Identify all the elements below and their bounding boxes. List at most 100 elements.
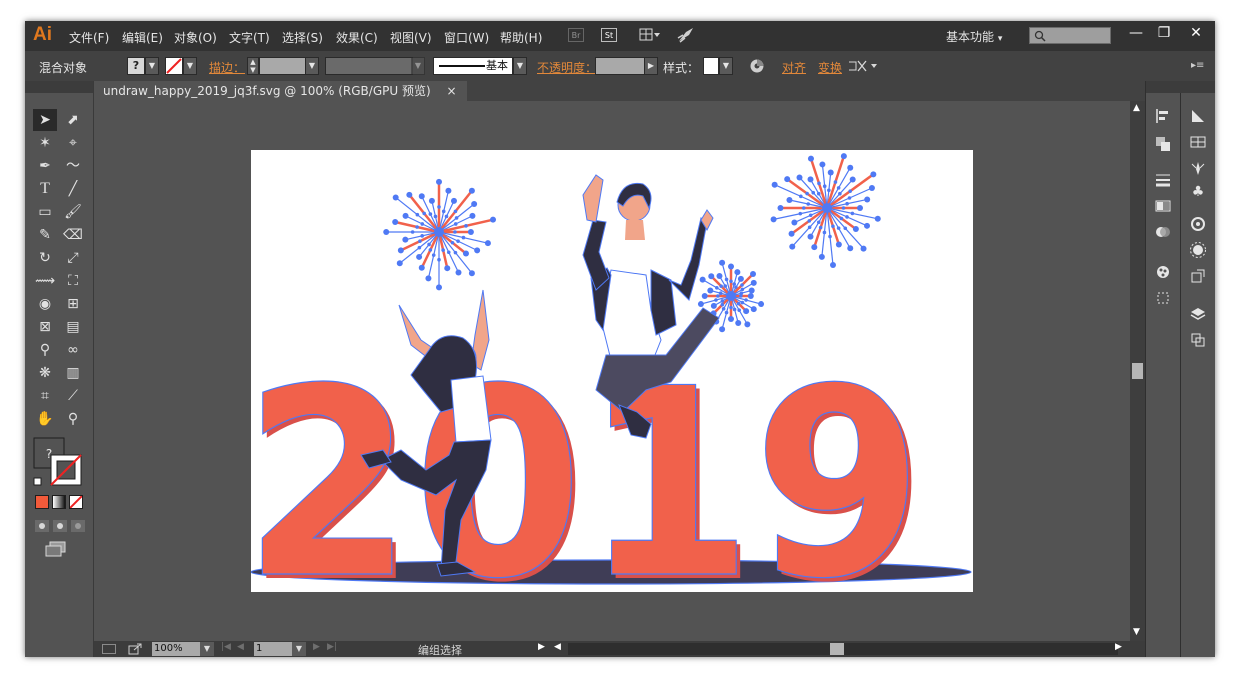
scroll-down-arrow-icon[interactable]: ▼ [1133, 627, 1140, 637]
variable-width-profile[interactable] [325, 57, 413, 75]
brushes-panel-icon[interactable] [1189, 159, 1207, 177]
close-tab-icon[interactable]: × [446, 84, 456, 98]
previous-artboard-button[interactable]: ◀ [237, 642, 244, 652]
first-artboard-button[interactable]: |◀ [221, 642, 231, 652]
horizontal-scroll-track[interactable] [568, 643, 1118, 655]
gradient-mode-button[interactable] [52, 495, 66, 509]
image-trace-panel-icon[interactable] [1189, 241, 1207, 259]
close-button[interactable]: ✕ [1181, 21, 1211, 47]
stroke-weight-dropdown[interactable]: ▼ [305, 57, 319, 75]
opacity-slider-button[interactable]: ▶ [644, 57, 658, 75]
menu-window[interactable]: 窗口(W) [444, 29, 489, 46]
paintbrush-tool-icon[interactable]: 🖌 [61, 201, 85, 223]
recolor-artwork-icon[interactable] [749, 58, 765, 74]
menu-file[interactable]: 文件(F) [69, 29, 109, 46]
share-icon[interactable] [128, 643, 142, 655]
line-tool-icon[interactable]: ╱ [61, 178, 85, 200]
blend-tool-icon[interactable]: ∞ [61, 339, 85, 361]
menu-effect[interactable]: 效果(C) [336, 29, 378, 46]
menu-select[interactable]: 选择(S) [282, 29, 323, 46]
arrange-documents-icon[interactable] [639, 28, 661, 42]
menu-type[interactable]: 文字(T) [229, 29, 270, 46]
vertical-scrollbar[interactable]: ▲ ▼ [1130, 101, 1145, 641]
gpu-performance-icon[interactable] [676, 26, 696, 44]
brush-dropdown[interactable]: ▼ [513, 57, 527, 75]
minimize-button[interactable]: — [1121, 21, 1151, 47]
stroke-weight-input[interactable] [259, 57, 309, 75]
artboard[interactable]: 2019 2019 [242, 150, 973, 640]
pathfinder-panel-icon[interactable] [1154, 135, 1172, 153]
stroke-link[interactable]: 描边： [209, 59, 245, 76]
graphic-style-swatch[interactable] [703, 57, 719, 75]
artboard-tool-icon[interactable]: ⌗ [33, 385, 57, 407]
eraser-tool-icon[interactable]: ⌫ [61, 224, 85, 246]
layers-panel-icon[interactable] [1189, 305, 1207, 323]
menu-help[interactable]: 帮助(H) [500, 29, 542, 46]
pen-tool-icon[interactable]: ✒ [33, 155, 57, 177]
menu-edit[interactable]: 编辑(E) [122, 29, 163, 46]
transform-link[interactable]: 变换 [818, 59, 842, 76]
status-menu-arrow-icon[interactable]: ▶ [538, 642, 545, 652]
align-link[interactable]: 对齐 [782, 59, 806, 76]
pencil-tool-icon[interactable]: ✎ [33, 224, 57, 246]
artboards-panel-icon[interactable] [1154, 289, 1172, 307]
scroll-up-arrow-icon[interactable]: ▲ [1133, 103, 1140, 113]
fill-dropdown[interactable]: ▼ [145, 57, 159, 75]
opacity-link[interactable]: 不透明度： [537, 59, 597, 76]
gradient-panel-icon[interactable] [1154, 197, 1172, 215]
curvature-tool-icon[interactable]: 〜 [61, 155, 85, 177]
shape-builder-tool-icon[interactable]: ◉ [33, 293, 57, 315]
none-mode-button[interactable] [69, 495, 83, 509]
horizontal-scroll-thumb[interactable] [830, 643, 844, 655]
panel-dock-header[interactable] [1146, 81, 1215, 93]
direct-selection-tool-icon[interactable]: ⬈ [61, 109, 85, 131]
symbols-panel-icon[interactable]: ♣ [1189, 183, 1207, 201]
artwork-illustration[interactable]: 2019 2019 [242, 150, 973, 640]
eyedropper-tool-icon[interactable]: ⚲ [33, 339, 57, 361]
search-input[interactable] [1029, 27, 1111, 44]
zoom-dropdown[interactable]: ▼ [200, 642, 214, 656]
vertical-scroll-thumb[interactable] [1132, 363, 1143, 379]
align-panel-icon[interactable] [1154, 107, 1172, 125]
stroke-color-dropdown[interactable]: ▼ [183, 57, 197, 75]
gradient-tool-icon[interactable]: ▤ [61, 316, 85, 338]
tools-panel-grip[interactable] [25, 81, 93, 93]
artboard-number-dropdown[interactable]: ▼ [292, 642, 306, 656]
rotate-tool-icon[interactable]: ↻ [33, 247, 57, 269]
perspective-grid-tool-icon[interactable]: ⊞ [61, 293, 85, 315]
artboard-nav-icon[interactable] [102, 644, 116, 654]
workspace-switcher[interactable]: 基本功能 ▾ [946, 28, 1002, 45]
firework-left[interactable] [383, 178, 497, 291]
stock-icon[interactable]: St [601, 28, 617, 42]
menu-object[interactable]: 对象(O) [174, 29, 217, 46]
scroll-right-arrow-icon[interactable]: ▶ [1115, 642, 1122, 652]
scroll-left-arrow-icon[interactable]: ◀ [554, 642, 561, 652]
swatches-panel-icon[interactable] [1189, 133, 1207, 151]
asset-export-panel-icon[interactable] [1189, 267, 1207, 285]
stroke-weight-stepper[interactable]: ▲ ▼ [247, 57, 259, 75]
hand-tool-icon[interactable]: ✋ [33, 408, 57, 430]
brush-definition[interactable]: 基本 [433, 57, 513, 75]
bridge-icon[interactable]: Br [568, 28, 584, 42]
menu-view[interactable]: 视图(V) [390, 29, 432, 46]
column-graph-tool-icon[interactable]: ▥ [61, 362, 85, 384]
fill-stroke-widget[interactable]: ? [33, 437, 85, 489]
lasso-tool-icon[interactable]: ⌖ [61, 132, 85, 154]
color-guide-panel-icon[interactable] [1189, 107, 1207, 125]
rectangle-tool-icon[interactable]: ▭ [33, 201, 57, 223]
profile-dropdown[interactable]: ▼ [411, 57, 425, 75]
year-2019-group[interactable]: 2019 2019 [242, 333, 927, 640]
isolate-group-icon[interactable] [848, 59, 880, 73]
slice-tool-icon[interactable]: ⟋ [61, 385, 85, 407]
stroke-panel-icon[interactable] [1154, 171, 1172, 189]
free-transform-tool-icon[interactable]: ⛶ [61, 270, 85, 292]
links-panel-icon[interactable] [1189, 331, 1207, 349]
graphic-style-dropdown[interactable]: ▼ [719, 57, 733, 75]
selection-tool-icon[interactable]: ➤ [33, 109, 57, 131]
screen-mode-icon[interactable] [45, 541, 67, 557]
firework-right[interactable] [770, 153, 881, 268]
artboard-number-input[interactable]: 1 [254, 642, 292, 656]
stroke-swatch[interactable] [165, 57, 183, 75]
mesh-tool-icon[interactable]: ⊠ [33, 316, 57, 338]
opacity-input[interactable] [595, 57, 645, 75]
